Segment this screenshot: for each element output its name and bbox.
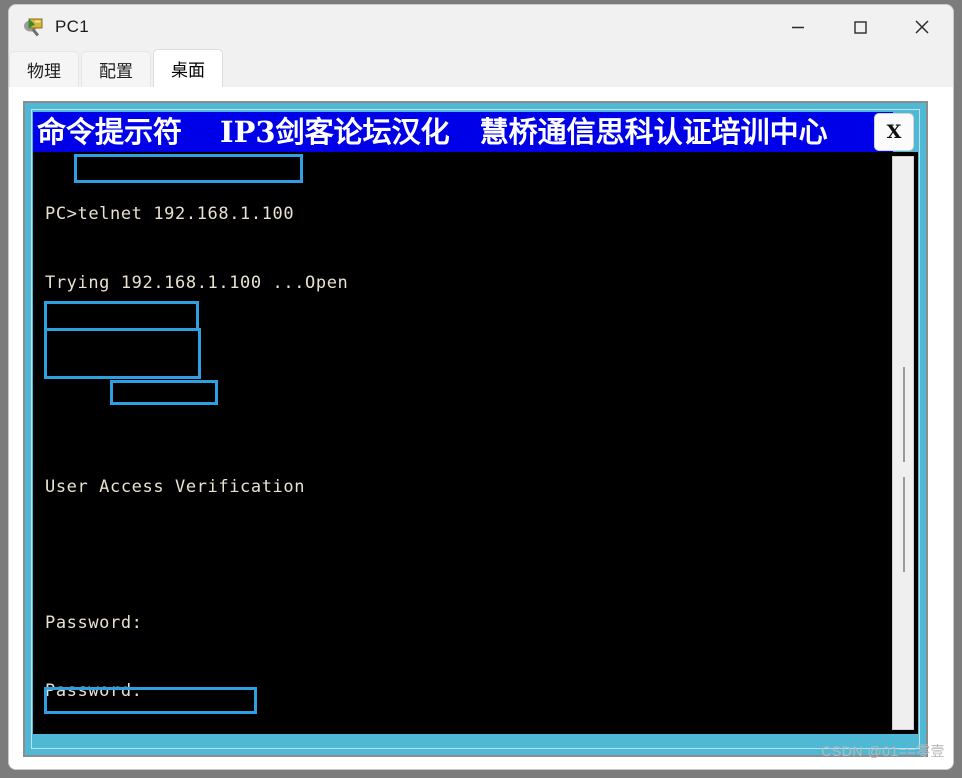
- console-line: PC>telnet 192.168.1.100: [45, 204, 295, 225]
- terminal-title-command-prompt: 命令提示符: [37, 115, 183, 149]
- console-line: Password:: [45, 681, 143, 702]
- close-button[interactable]: [891, 5, 953, 49]
- console-line: Trying 192.168.1.100 ...Open: [45, 272, 349, 293]
- pc1-window: PC1 物理 配置 桌面 命令提示符 IP3剑客论坛汉化 慧桥通信思科认证培训中…: [8, 4, 954, 770]
- minimize-button[interactable]: [767, 5, 829, 49]
- console-vertical-scrollbar[interactable]: [892, 156, 914, 730]
- console-scrollbar-thumb[interactable]: [903, 367, 905, 462]
- console-scrollbar-thumb-lower[interactable]: [903, 477, 905, 572]
- window-controls: [767, 5, 953, 49]
- csdn-watermark: CSDN @01==零壹: [821, 743, 945, 759]
- window-titlebar: PC1: [9, 5, 953, 49]
- terminal-close-button[interactable]: X: [874, 113, 914, 151]
- tab-physical-label: 物理: [27, 62, 61, 81]
- terminal-titlebar: 命令提示符 IP3剑客论坛汉化 慧桥通信思科认证培训中心: [33, 112, 893, 152]
- tab-desktop[interactable]: 桌面: [153, 49, 223, 87]
- maximize-button[interactable]: [829, 5, 891, 49]
- tab-physical[interactable]: 物理: [9, 51, 79, 87]
- tabstrip: 物理 配置 桌面: [9, 49, 953, 88]
- terminal-console[interactable]: PC>telnet 192.168.1.100 Trying 192.168.1…: [33, 152, 918, 734]
- tab-config-label: 配置: [99, 62, 133, 81]
- terminal-title-training-center: 慧桥通信思科认证培训中心: [479, 115, 828, 149]
- desktop-panel: 命令提示符 IP3剑客论坛汉化 慧桥通信思科认证培训中心 X PC>telnet…: [9, 87, 953, 769]
- tab-desktop-label: 桌面: [171, 61, 205, 80]
- command-prompt-window: 命令提示符 IP3剑客论坛汉化 慧桥通信思科认证培训中心 X PC>telnet…: [23, 101, 928, 757]
- tab-config[interactable]: 配置: [81, 51, 151, 87]
- window-title: PC1: [55, 17, 89, 36]
- console-line: Password:: [45, 612, 143, 633]
- terminal-title-forum-credit: IP3剑客论坛汉化: [220, 115, 450, 149]
- console-line: User Access Verification: [45, 476, 306, 497]
- terminal-console-text: PC>telnet 192.168.1.100 Trying 192.168.1…: [45, 158, 878, 734]
- pc-magnifier-icon: [23, 16, 45, 38]
